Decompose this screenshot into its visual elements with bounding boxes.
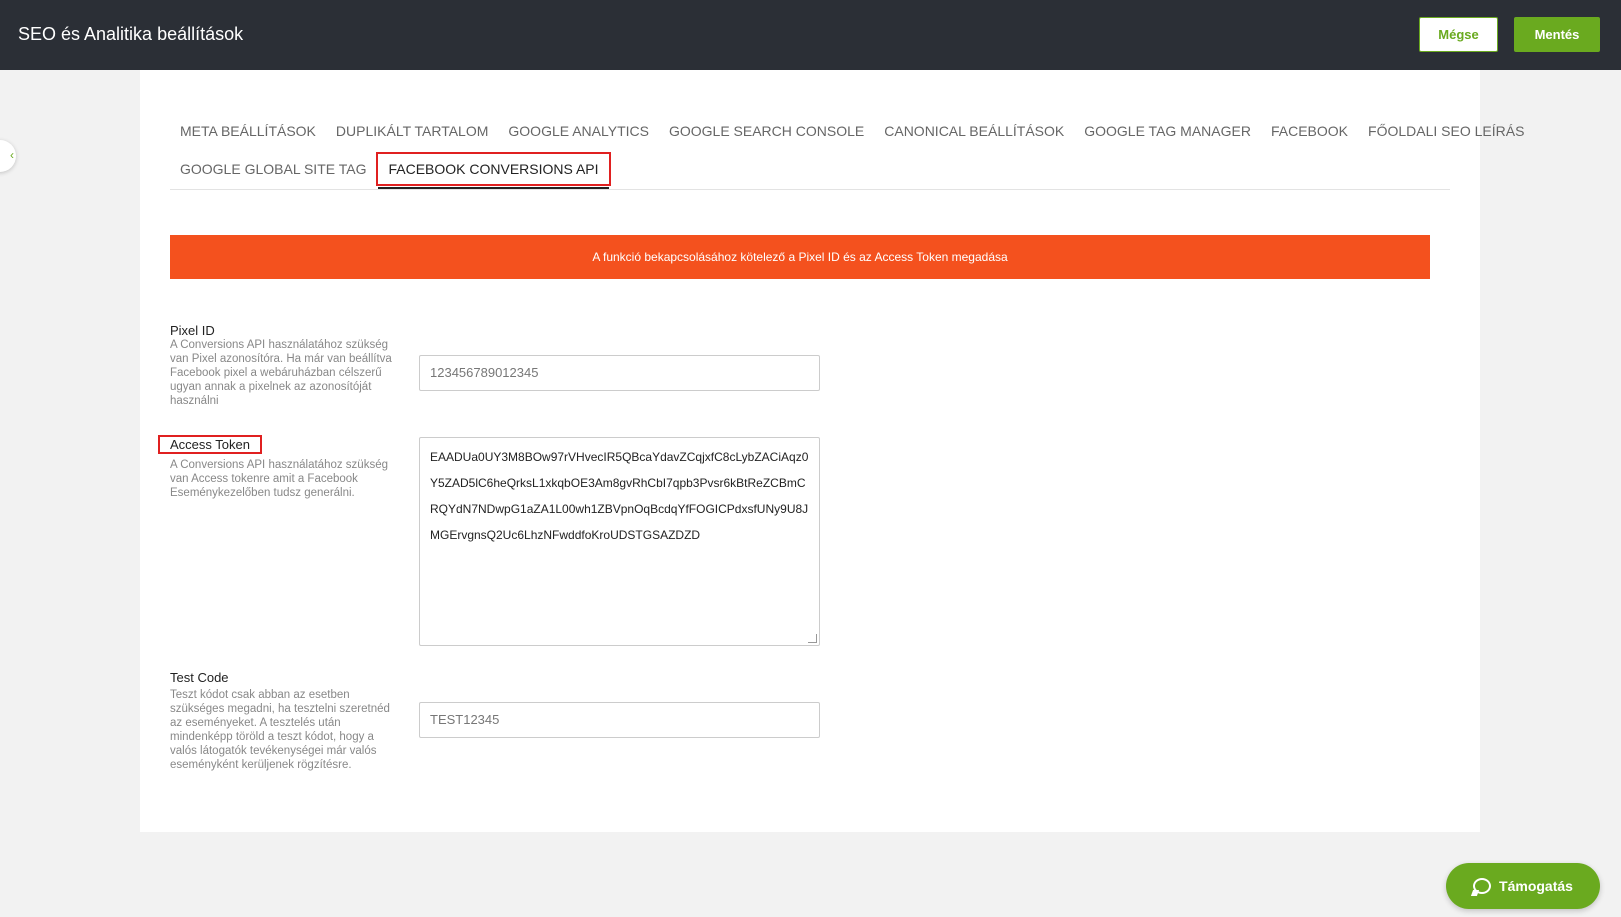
access-token-label: Access Token (158, 435, 262, 454)
tab-google-tag-manager[interactable]: GOOGLE TAG MANAGER (1074, 116, 1261, 146)
tab-google-search-console[interactable]: GOOGLE SEARCH CONSOLE (659, 116, 874, 146)
access-token-textarea[interactable]: EAADUa0UY3M8BOw97rVHvecIR5QBcaYdavZCqjxf… (419, 437, 820, 646)
pixel-id-label: Pixel ID (170, 323, 215, 338)
tab-facebook-conversions-api[interactable]: FACEBOOK CONVERSIONS API (376, 152, 611, 189)
top-bar: SEO és Analitika beállítások Mégse Menté… (0, 0, 1621, 70)
tab-facebook[interactable]: FACEBOOK (1261, 116, 1358, 146)
support-chat-button[interactable]: Támogatás (1446, 863, 1600, 909)
pixel-id-help: A Conversions API használatához szükség … (170, 339, 392, 407)
pixel-id-input[interactable]: 123456789012345 (419, 355, 820, 391)
tabs-divider (170, 189, 1450, 190)
resize-handle[interactable] (808, 634, 817, 643)
tabs-row-1: META BEÁLLÍTÁSOK DUPLIKÁLT TARTALOM GOOG… (170, 116, 1534, 146)
settings-panel: META BEÁLLÍTÁSOK DUPLIKÁLT TARTALOM GOOG… (140, 70, 1524, 832)
tab-meta-beallitasok[interactable]: META BEÁLLÍTÁSOK (170, 116, 326, 146)
sidebar-toggle-button[interactable]: ‹ (0, 140, 16, 172)
cancel-button[interactable]: Mégse (1419, 17, 1498, 52)
access-token-value: EAADUa0UY3M8BOw97rVHvecIR5QBcaYdavZCqjxf… (430, 450, 809, 542)
tab-google-global-site-tag[interactable]: GOOGLE GLOBAL SITE TAG (170, 154, 376, 184)
page-title: SEO és Analitika beállítások (18, 24, 244, 44)
access-token-help: A Conversions API használatához szükség … (170, 459, 388, 499)
tabs-row-2: GOOGLE GLOBAL SITE TAG FACEBOOK CONVERSI… (170, 152, 611, 189)
tab-canonical-beallitasok[interactable]: CANONICAL BEÁLLÍTÁSOK (874, 116, 1074, 146)
tab-duplikalt-tartalom[interactable]: DUPLIKÁLT TARTALOM (326, 116, 499, 146)
required-fields-alert: A funkció bekapcsolásához kötelező a Pix… (170, 235, 1430, 279)
support-label: Támogatás (1499, 878, 1573, 894)
test-code-help: Teszt kódot csak abban az esetben szüksé… (170, 689, 390, 771)
test-code-label: Test Code (170, 670, 229, 685)
test-code-input[interactable]: TEST12345 (419, 702, 820, 738)
save-button[interactable]: Mentés (1514, 17, 1600, 52)
tab-google-analytics[interactable]: GOOGLE ANALYTICS (498, 116, 659, 146)
chat-bubble-icon (1473, 878, 1492, 894)
tab-foldali-seo-leiras[interactable]: FŐOLDALI SEO LEÍRÁS (1358, 116, 1534, 146)
chevron-left-icon: ‹ (10, 148, 14, 162)
